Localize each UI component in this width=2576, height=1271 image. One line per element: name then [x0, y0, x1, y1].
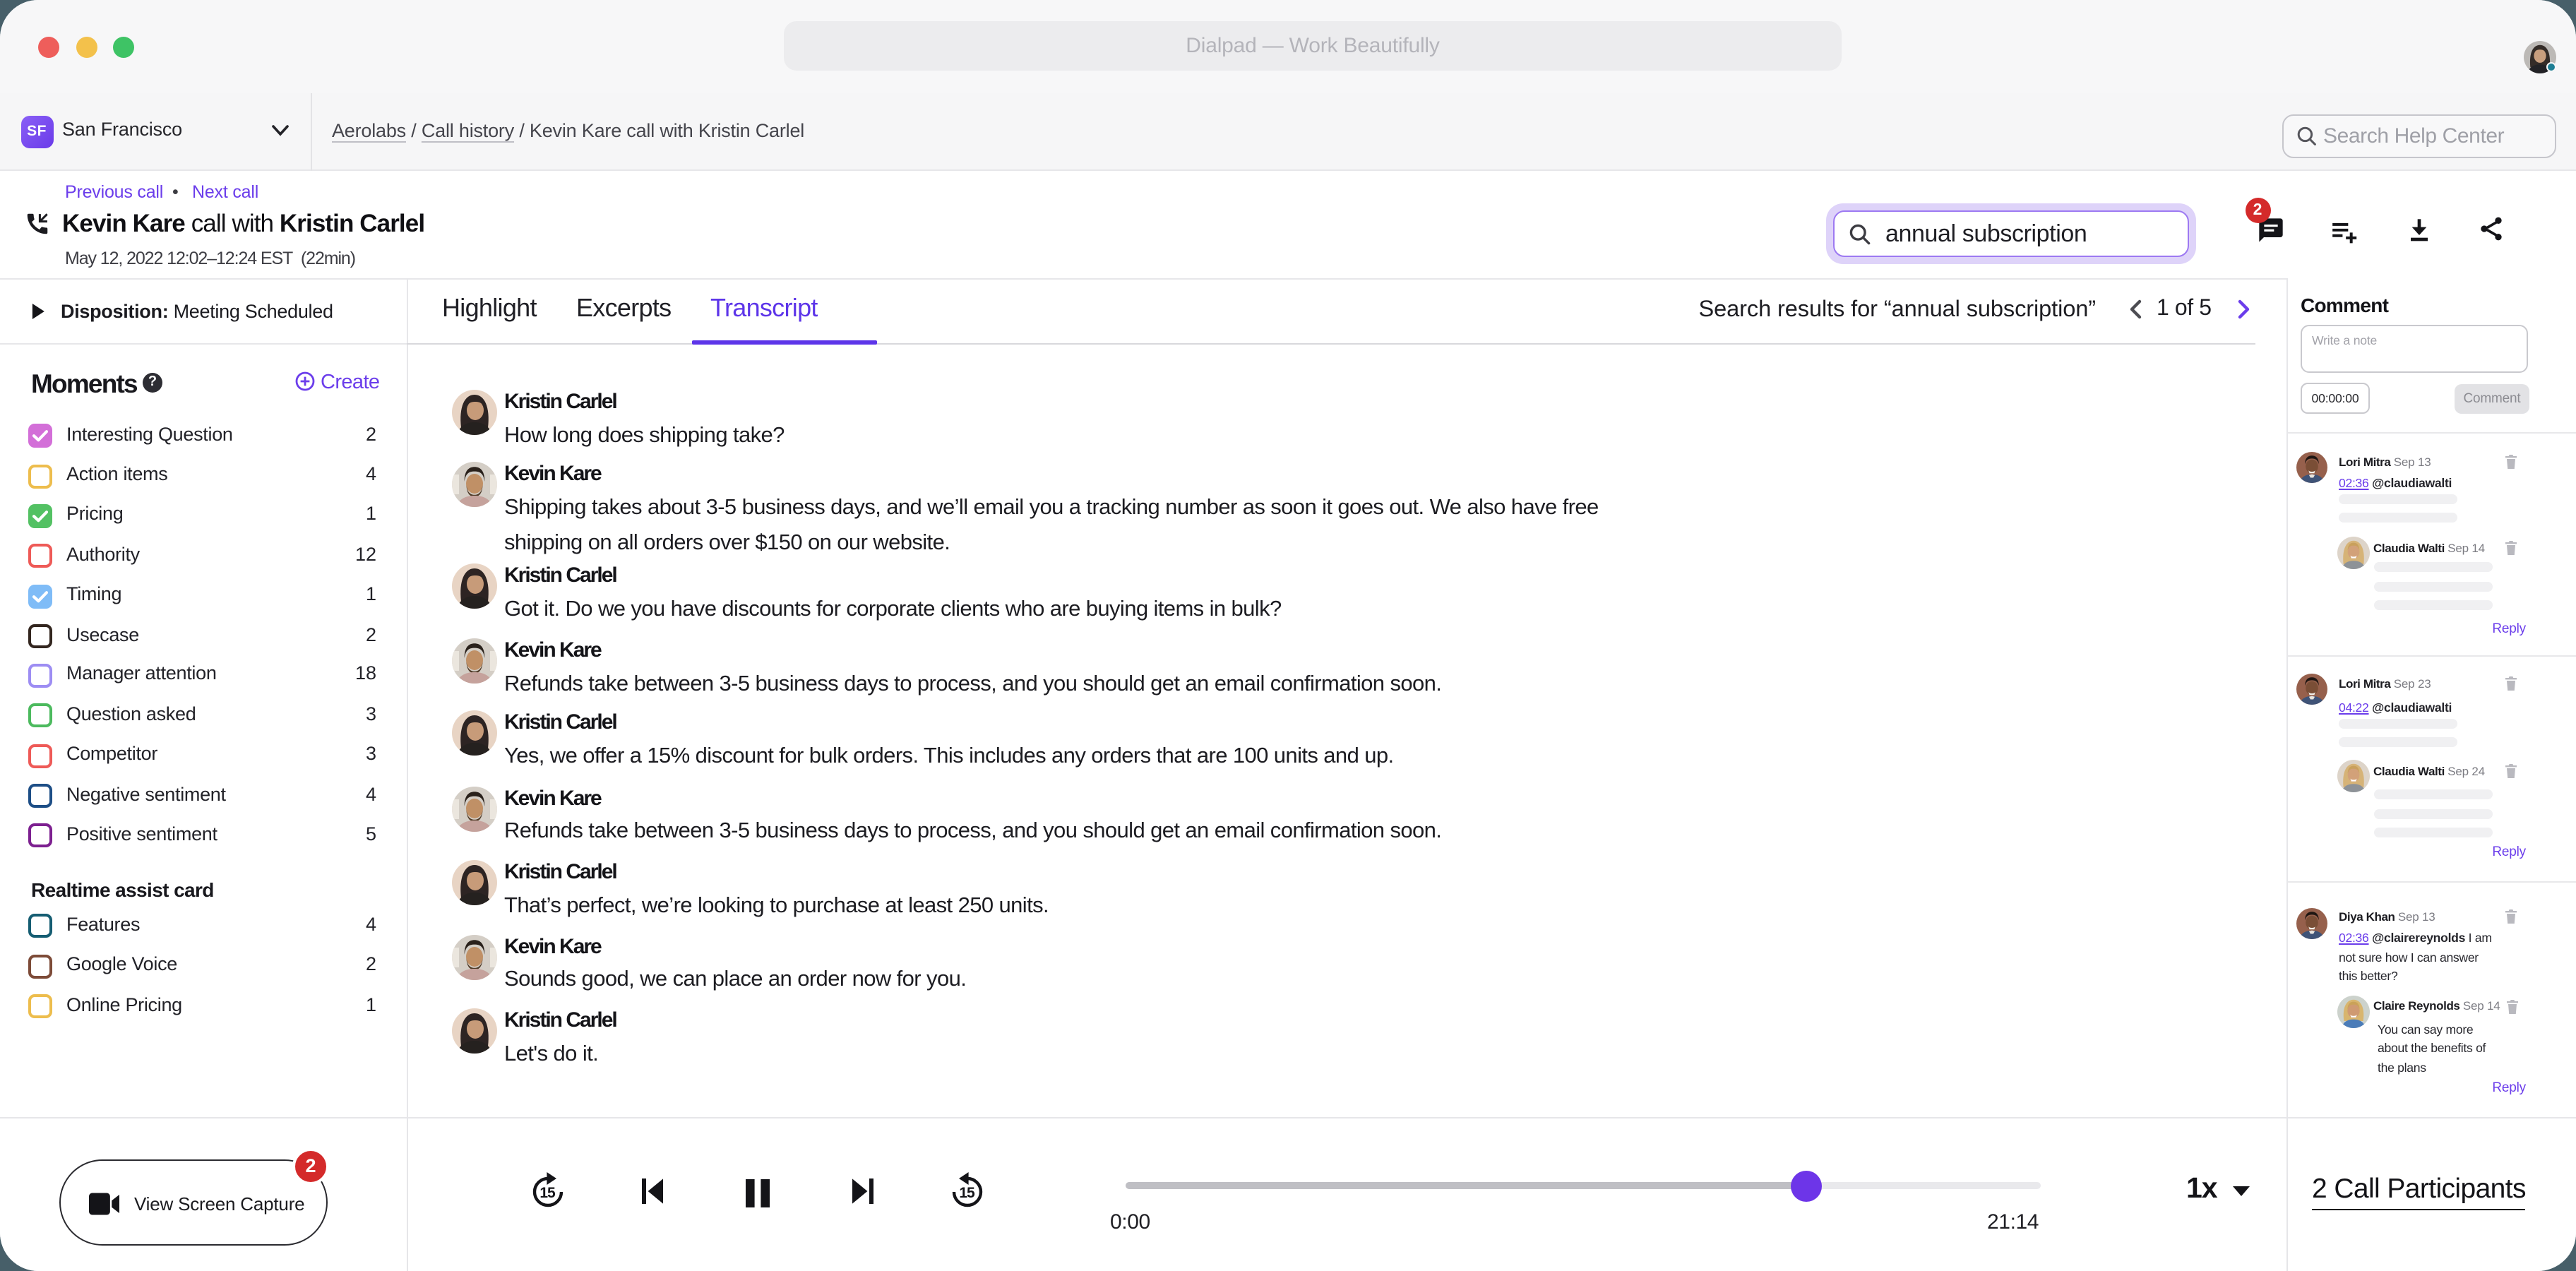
- svg-text:15: 15: [959, 1185, 975, 1201]
- svg-text:15: 15: [539, 1185, 556, 1201]
